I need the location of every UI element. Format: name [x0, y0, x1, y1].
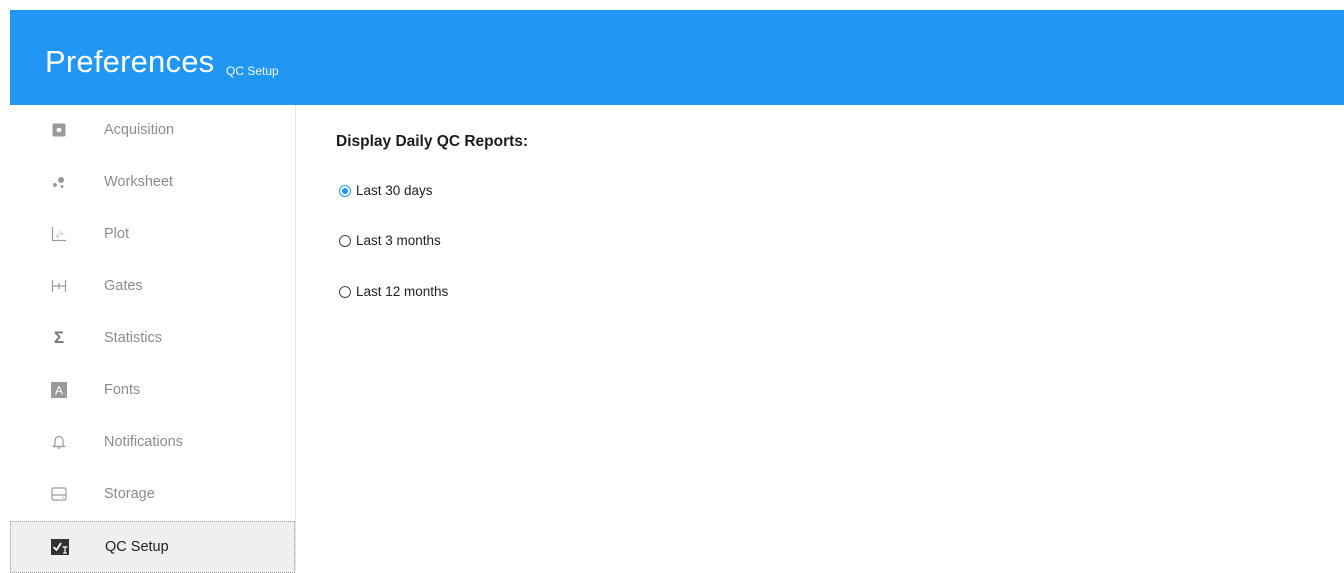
radio-label: Last 12 months	[356, 284, 449, 299]
sidebar-item-label: Gates	[104, 278, 143, 294]
top-margin	[0, 0, 1344, 10]
storage-icon	[50, 485, 68, 503]
sidebar-item-fonts[interactable]: A Fonts	[10, 365, 295, 417]
sidebar-item-storage[interactable]: Storage	[10, 469, 295, 521]
radio-button-selected[interactable]	[339, 185, 351, 197]
sidebar-item-label: Notifications	[104, 434, 183, 450]
sidebar-item-label: Plot	[104, 226, 129, 242]
preferences-header: Preferences QC Setup	[10, 10, 1344, 105]
sidebar-item-statistics[interactable]: Σ Statistics	[10, 313, 295, 365]
sidebar-item-worksheet[interactable]: Worksheet	[10, 157, 295, 209]
page-title: Preferences	[45, 44, 215, 79]
sidebar-item-notifications[interactable]: Notifications	[10, 417, 295, 469]
radio-label: Last 30 days	[356, 183, 433, 198]
acquisition-icon	[50, 121, 68, 139]
sidebar-item-plot[interactable]: Plot	[10, 209, 295, 261]
sidebar-item-label: Fonts	[104, 382, 141, 398]
preferences-sidebar: Acquisition Worksheet Plot Gates Σ Stati…	[10, 105, 296, 573]
sidebar-item-qc-setup[interactable]: QC Setup	[10, 521, 295, 573]
sidebar-item-label: Storage	[104, 486, 155, 502]
sidebar-item-label: Statistics	[104, 330, 163, 346]
radio-button[interactable]	[339, 235, 351, 247]
bell-icon	[50, 433, 68, 451]
radio-label: Last 3 months	[356, 233, 441, 248]
sidebar-item-label: Worksheet	[104, 174, 174, 190]
plot-icon	[50, 225, 68, 243]
section-title: Display Daily QC Reports:	[336, 133, 529, 150]
qc-setup-icon	[51, 538, 69, 556]
sidebar-item-label: Acquisition	[104, 122, 175, 138]
svg-text:A: A	[55, 384, 63, 398]
worksheet-icon	[50, 173, 68, 191]
gates-icon	[50, 277, 68, 295]
sigma-icon: Σ	[53, 328, 65, 347]
font-icon: A	[50, 381, 68, 399]
sidebar-item-label: QC Setup	[105, 539, 169, 555]
page-subtitle: QC Setup	[226, 64, 279, 78]
qc-setup-panel: Display Daily QC Reports: Last 30 days L…	[296, 105, 1344, 571]
sidebar-item-gates[interactable]: Gates	[10, 261, 295, 313]
sidebar-item-acquisition[interactable]: Acquisition	[10, 105, 295, 157]
radio-button[interactable]	[339, 286, 351, 298]
